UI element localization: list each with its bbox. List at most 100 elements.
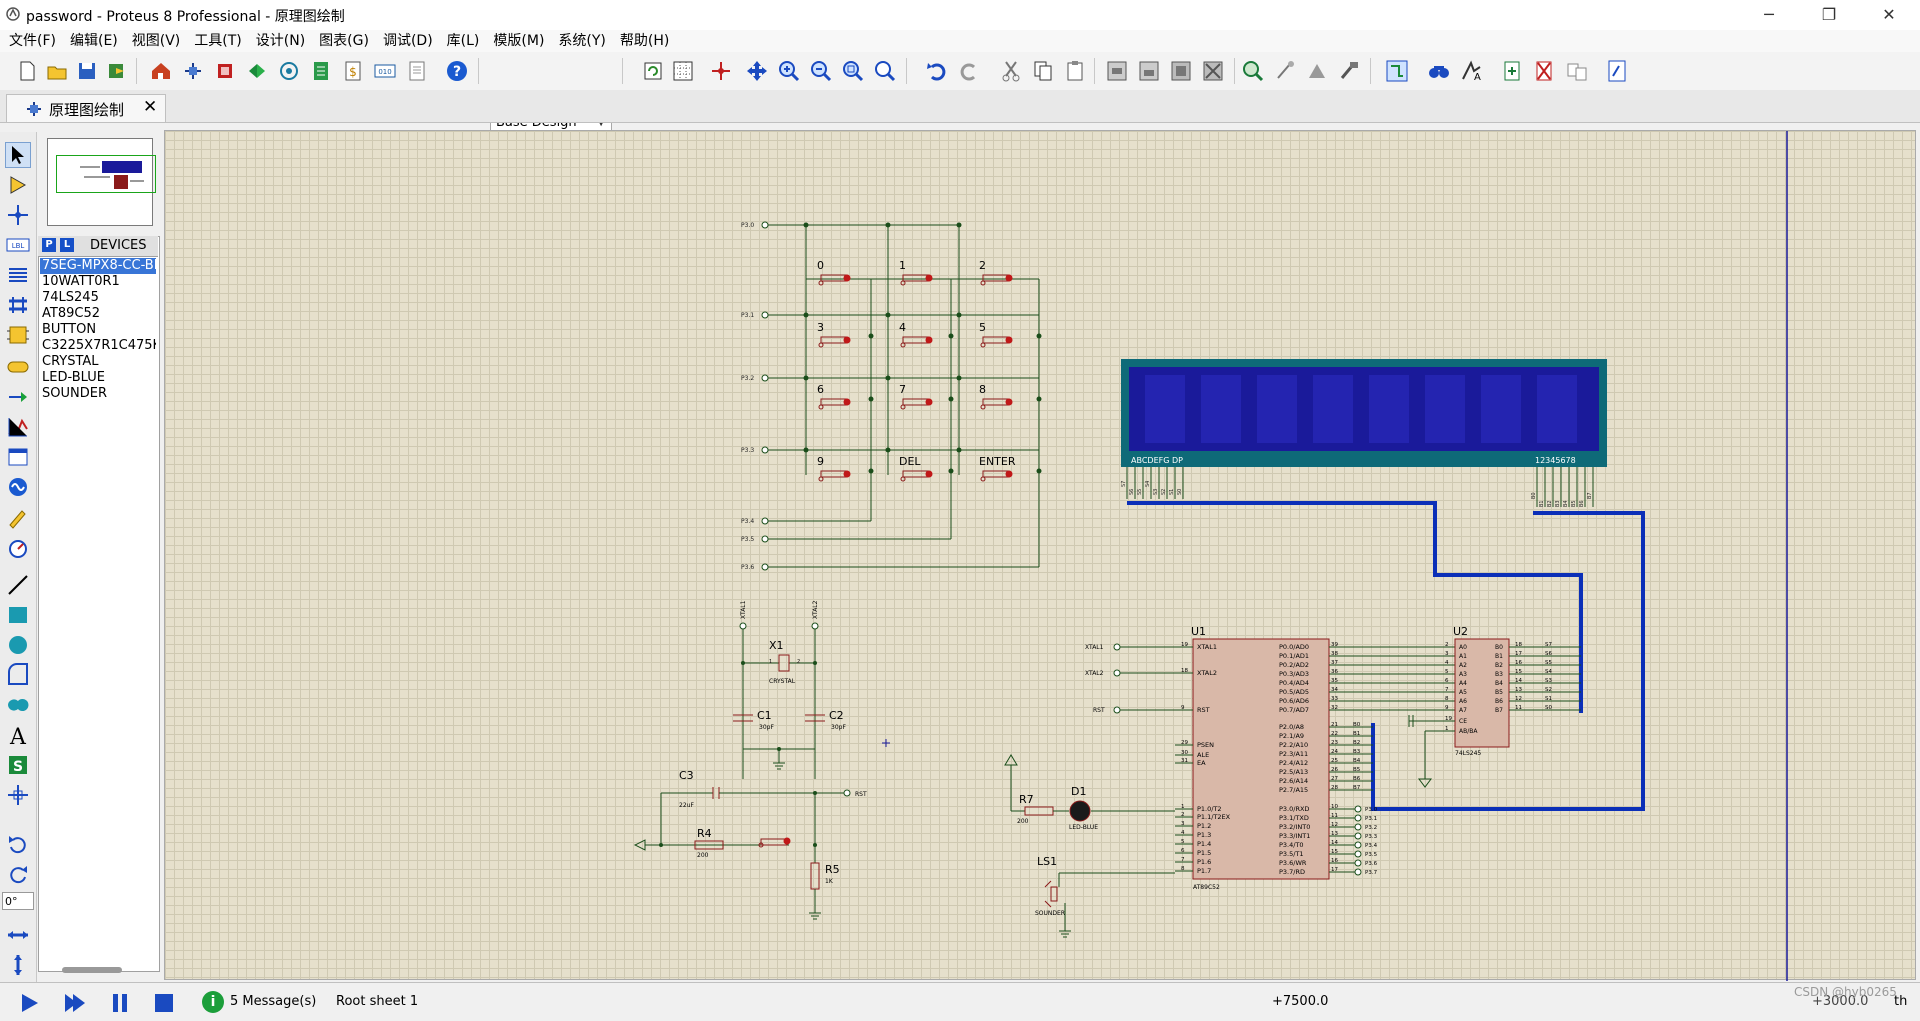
schematic-editing-canvas[interactable]: P3.0 P3.1 P3.2 P3.3 P3.4 P3.5 P3.6 0 1 2… bbox=[164, 130, 1916, 981]
block-move-icon[interactable] bbox=[1136, 58, 1162, 84]
device-item-at89c52[interactable]: AT89C52 bbox=[40, 306, 156, 322]
menu-system[interactable]: 系统(Y) bbox=[551, 30, 612, 52]
message-count[interactable]: 5 Message(s) bbox=[230, 994, 316, 1009]
marker-icon[interactable] bbox=[5, 782, 31, 808]
grid-toggle-icon[interactable] bbox=[670, 58, 696, 84]
device-item-button[interactable]: BUTTON bbox=[40, 322, 156, 338]
undo-icon[interactable] bbox=[924, 58, 950, 84]
property-assignment-icon[interactable]: A bbox=[1458, 58, 1484, 84]
new-file-icon[interactable] bbox=[14, 58, 40, 84]
component-mode-icon[interactable] bbox=[5, 172, 31, 198]
text-draw-icon[interactable]: A bbox=[5, 722, 31, 750]
rotation-angle-field[interactable]: 0° bbox=[2, 892, 34, 910]
make-device-icon[interactable] bbox=[1272, 58, 1298, 84]
gerber-icon[interactable] bbox=[276, 58, 302, 84]
step-simulation-icon[interactable] bbox=[62, 991, 86, 1015]
open-folder-icon[interactable] bbox=[44, 58, 70, 84]
wire-label-icon[interactable]: LBL bbox=[5, 232, 31, 258]
menu-tools[interactable]: 工具(T) bbox=[187, 30, 248, 52]
notes-icon[interactable] bbox=[404, 58, 430, 84]
pause-simulation-icon[interactable] bbox=[108, 991, 132, 1015]
device-list-scrollbar[interactable] bbox=[62, 967, 122, 973]
terminals-icon[interactable] bbox=[5, 354, 31, 380]
tape-recorder-icon[interactable] bbox=[5, 444, 31, 470]
source-code-icon[interactable]: 010 bbox=[372, 58, 398, 84]
mirror-vertical-icon[interactable] bbox=[5, 952, 31, 978]
voltage-probe-icon[interactable] bbox=[5, 504, 31, 530]
virtual-instruments-icon[interactable] bbox=[5, 534, 31, 560]
new-sheet-icon[interactable] bbox=[1500, 58, 1526, 84]
home-icon[interactable] bbox=[148, 58, 174, 84]
play-simulation-icon[interactable] bbox=[18, 991, 42, 1015]
box-draw-icon[interactable] bbox=[5, 602, 31, 628]
junction-dot-icon[interactable] bbox=[5, 202, 31, 228]
block-delete-icon[interactable] bbox=[1200, 58, 1226, 84]
block-copy-icon[interactable] bbox=[1104, 58, 1130, 84]
zoom-in-icon[interactable] bbox=[776, 58, 802, 84]
selection-mode-icon[interactable] bbox=[5, 142, 31, 168]
bom-icon[interactable] bbox=[308, 58, 334, 84]
cut-icon[interactable] bbox=[998, 58, 1024, 84]
tab-schematic-capture[interactable]: 原理图绘制 ✕ bbox=[6, 94, 166, 122]
package-tool-icon[interactable] bbox=[1304, 58, 1330, 84]
overview-window[interactable] bbox=[47, 138, 156, 226]
paste-icon[interactable] bbox=[1062, 58, 1088, 84]
help-icon[interactable]: ? bbox=[444, 58, 470, 84]
block-rotate-icon[interactable] bbox=[1168, 58, 1194, 84]
menu-help[interactable]: 帮助(H) bbox=[613, 30, 676, 52]
stop-simulation-icon[interactable] bbox=[152, 991, 176, 1015]
circle-draw-icon[interactable] bbox=[5, 632, 31, 658]
pick-devices-button[interactable]: P bbox=[42, 238, 56, 252]
device-item-sounder[interactable]: SOUNDER bbox=[40, 386, 156, 402]
mirror-horizontal-icon[interactable] bbox=[5, 922, 31, 948]
menu-debug[interactable]: 调试(D) bbox=[376, 30, 440, 52]
device-item-led-blue[interactable]: LED-BLUE bbox=[40, 370, 156, 386]
decompose-icon[interactable] bbox=[1336, 58, 1362, 84]
text-script-icon[interactable] bbox=[5, 262, 31, 288]
menu-file[interactable]: 文件(F) bbox=[2, 30, 63, 52]
menu-graph[interactable]: 图表(G) bbox=[312, 30, 376, 52]
redo-icon[interactable] bbox=[956, 58, 982, 84]
pan-icon[interactable] bbox=[744, 58, 770, 84]
exit-to-parent-icon[interactable] bbox=[1564, 58, 1590, 84]
closed-path-icon[interactable] bbox=[5, 692, 31, 718]
refresh-icon[interactable] bbox=[640, 58, 666, 84]
tab-close-icon[interactable]: ✕ bbox=[143, 97, 157, 117]
bus-icon[interactable] bbox=[5, 292, 31, 318]
import-icon[interactable] bbox=[104, 58, 130, 84]
wire-autorouter-icon[interactable] bbox=[1384, 58, 1410, 84]
zoom-all-icon[interactable] bbox=[840, 58, 866, 84]
schematic-icon[interactable] bbox=[180, 58, 206, 84]
pick-device-icon[interactable] bbox=[1240, 58, 1266, 84]
menu-design[interactable]: 设计(N) bbox=[249, 30, 312, 52]
device-item-10watt0r1[interactable]: 10WATT0R1 bbox=[40, 274, 156, 290]
symbol-draw-icon[interactable]: S bbox=[5, 752, 31, 778]
zoom-out-icon[interactable] bbox=[808, 58, 834, 84]
generator-icon[interactable] bbox=[5, 474, 31, 500]
restore-button[interactable]: ❐ bbox=[1806, 0, 1852, 30]
menu-view[interactable]: 视图(V) bbox=[125, 30, 188, 52]
menu-edit[interactable]: 编辑(E) bbox=[63, 30, 125, 52]
line-draw-icon[interactable] bbox=[5, 572, 31, 598]
3d-view-icon[interactable] bbox=[244, 58, 270, 84]
device-item-74ls245[interactable]: 74LS245 bbox=[40, 290, 156, 306]
search-tag-icon[interactable] bbox=[1426, 58, 1452, 84]
origin-icon[interactable] bbox=[708, 58, 734, 84]
device-item-capacitor[interactable]: C3225X7R1C475K bbox=[40, 338, 156, 354]
subcircuit-icon[interactable] bbox=[5, 322, 31, 348]
save-icon[interactable] bbox=[74, 58, 100, 84]
menu-library[interactable]: 库(L) bbox=[440, 30, 487, 52]
device-item-7seg[interactable]: 7SEG-MPX8-CC-BLUE bbox=[40, 258, 156, 274]
minimize-button[interactable]: ─ bbox=[1746, 0, 1792, 30]
graph-mode-icon[interactable] bbox=[5, 414, 31, 440]
rotate-clockwise-icon[interactable] bbox=[5, 832, 31, 858]
cost-icon[interactable]: $ bbox=[340, 58, 366, 84]
arc-draw-icon[interactable] bbox=[5, 662, 31, 688]
rotate-anticlockwise-icon[interactable] bbox=[5, 862, 31, 888]
device-item-crystal[interactable]: CRYSTAL bbox=[40, 354, 156, 370]
copy-icon[interactable] bbox=[1030, 58, 1056, 84]
device-pins-icon[interactable] bbox=[5, 384, 31, 410]
menu-template[interactable]: 模版(M) bbox=[486, 30, 551, 52]
zoom-area-icon[interactable] bbox=[872, 58, 898, 84]
library-manager-button[interactable]: L bbox=[60, 238, 74, 252]
